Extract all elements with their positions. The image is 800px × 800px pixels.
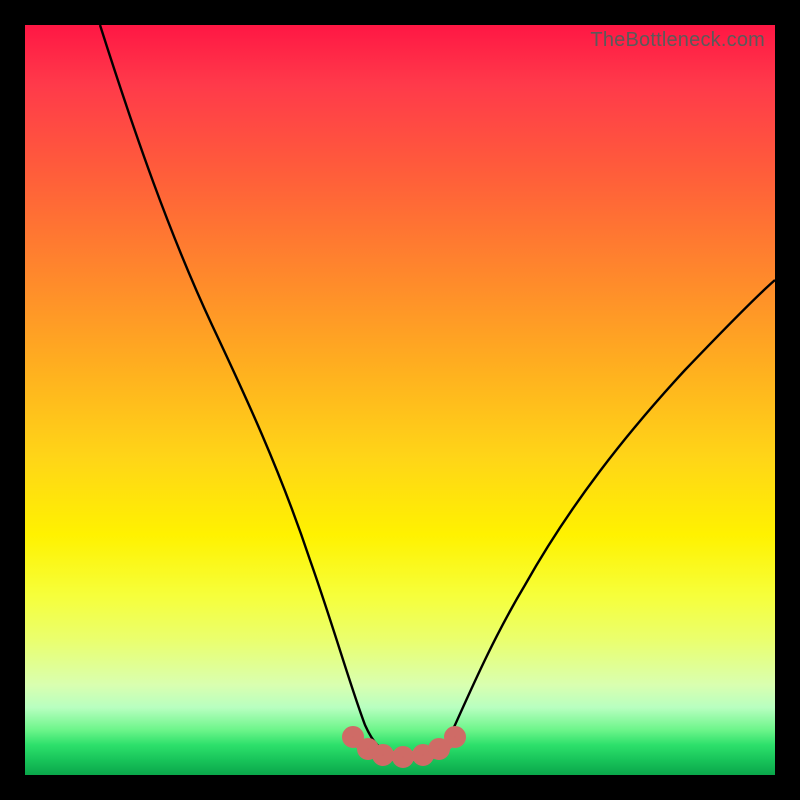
- plot-area: TheBottleneck.com: [25, 25, 775, 775]
- bottleneck-curve: [100, 25, 775, 755]
- low-bottleneck-markers: [347, 731, 461, 763]
- curve-layer: [25, 25, 775, 775]
- chart-frame: TheBottleneck.com: [0, 0, 800, 800]
